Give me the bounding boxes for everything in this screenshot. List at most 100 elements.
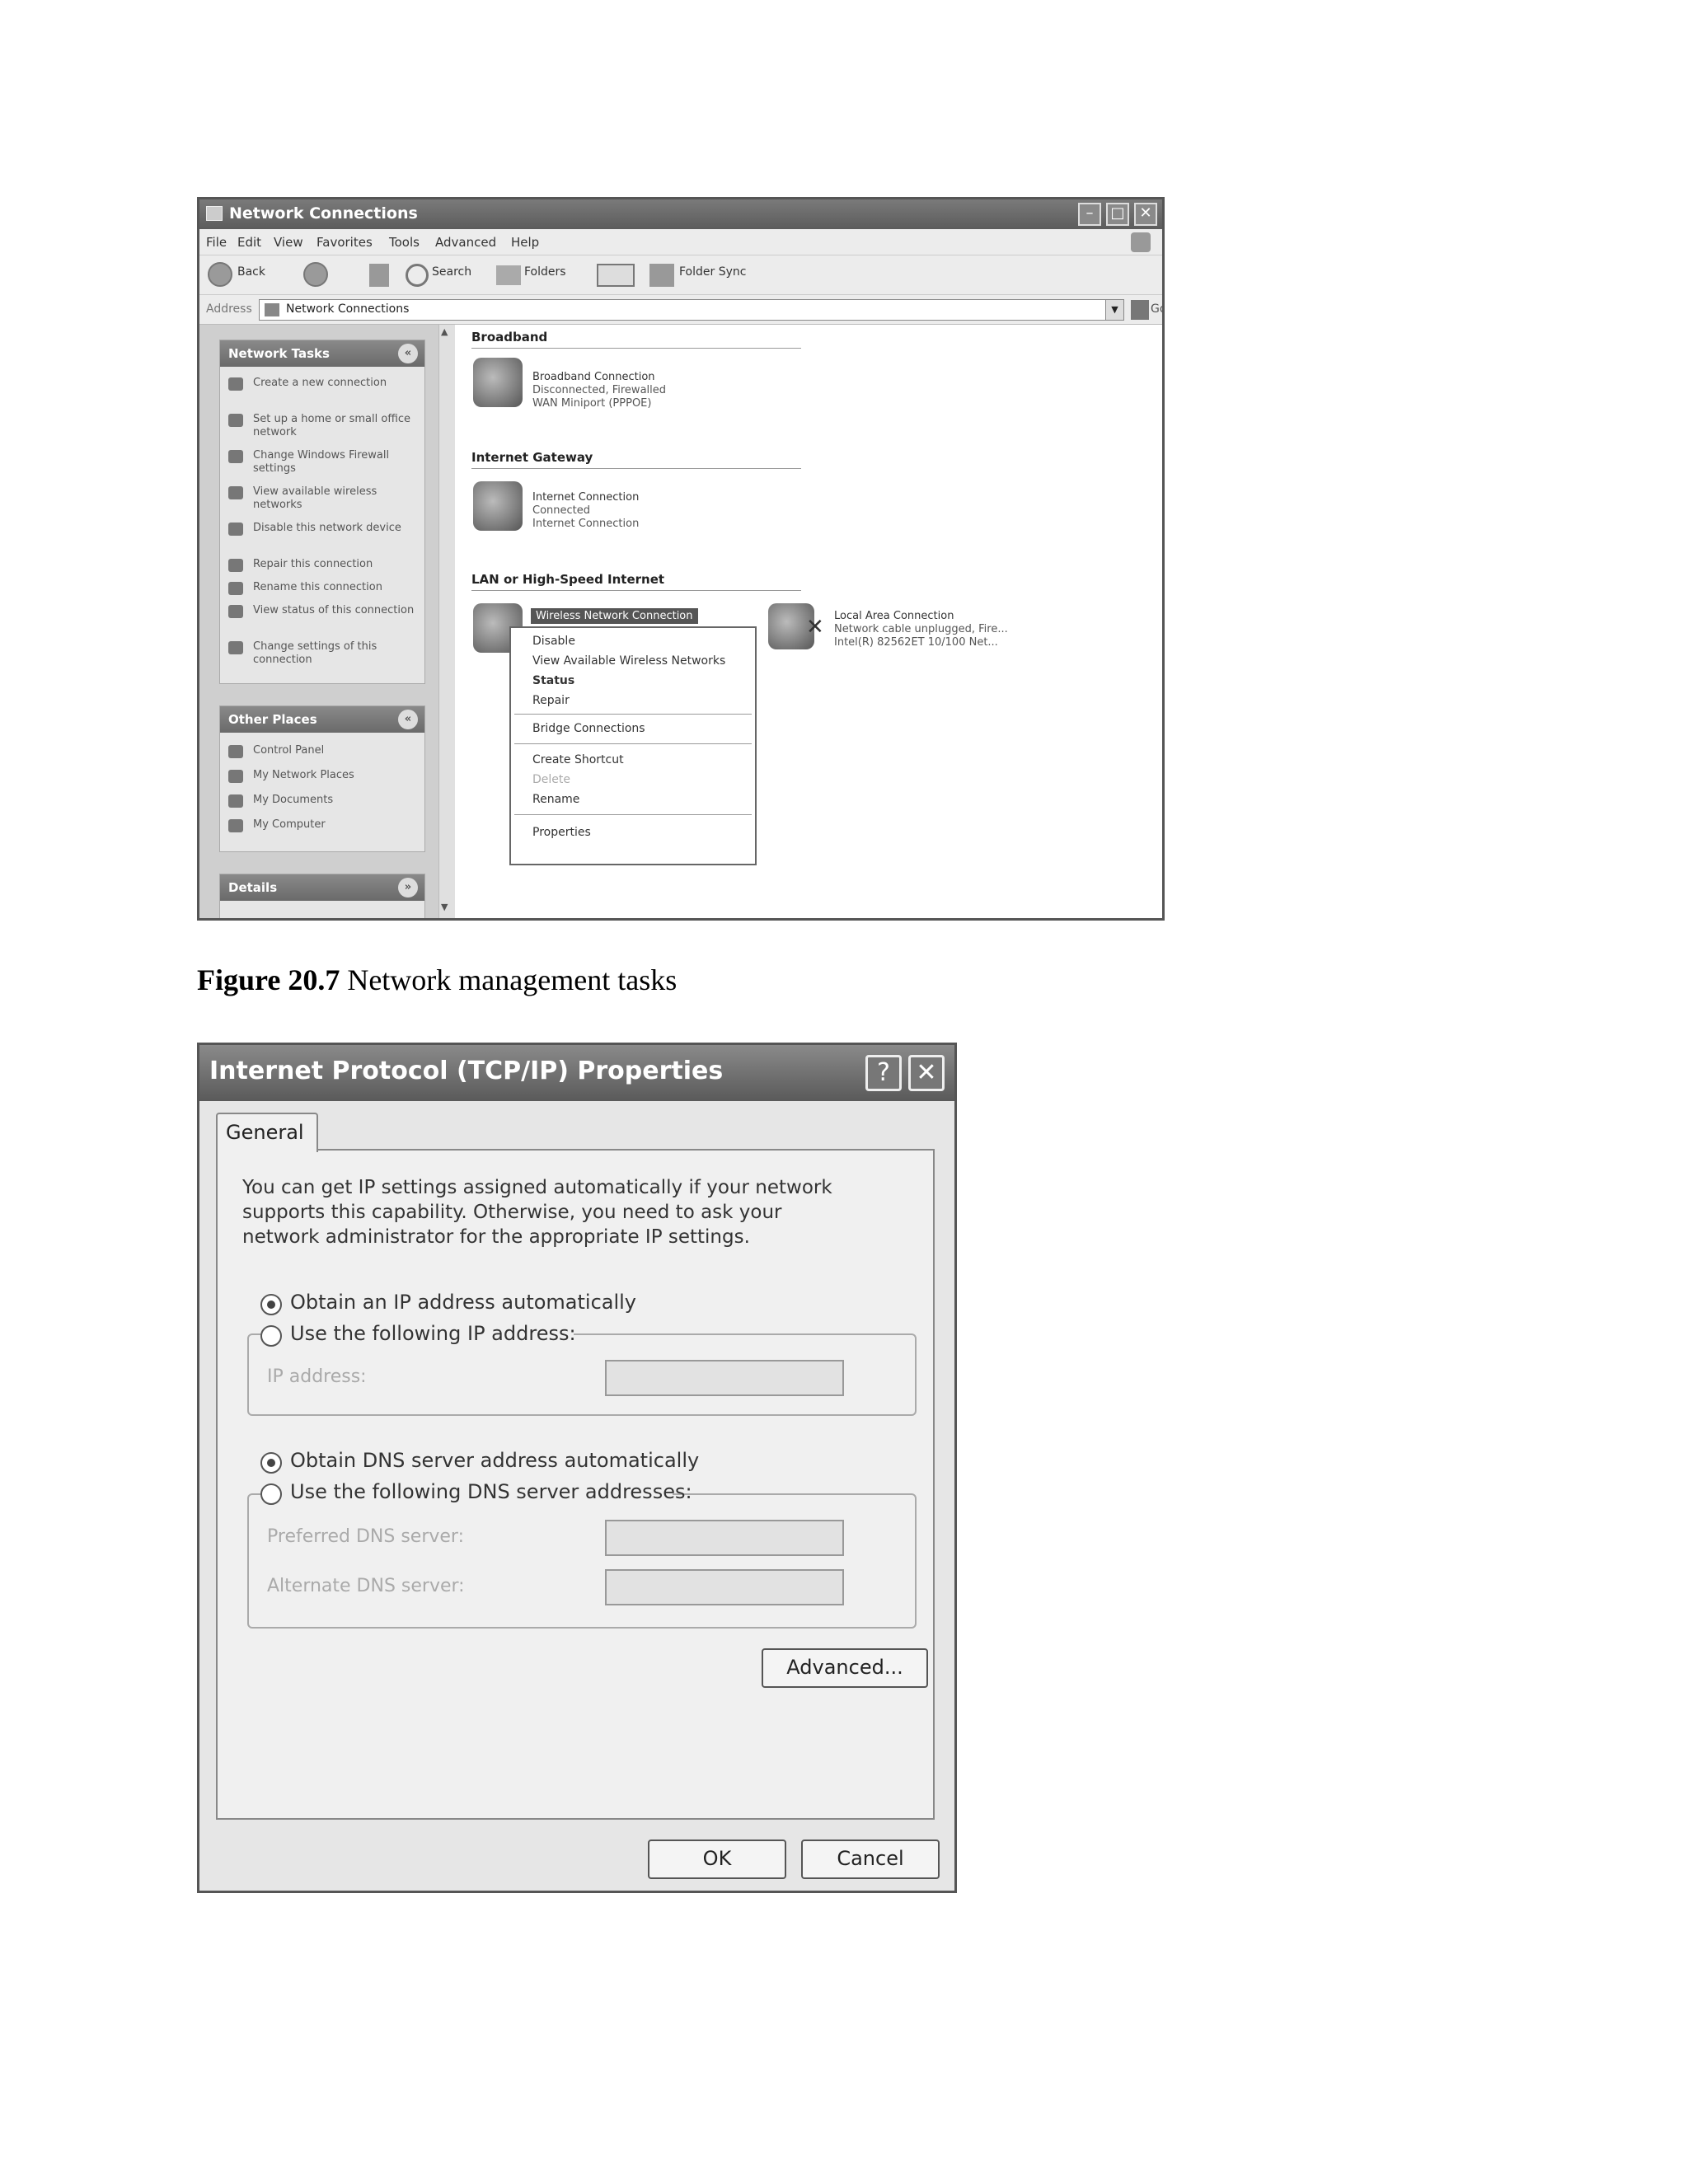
radio-label: Obtain DNS server address automatically [290,1449,700,1472]
menu-advanced[interactable]: Advanced [435,235,496,250]
other-places-title: Other Places [228,712,317,727]
place-item[interactable]: Control Panel [228,744,418,761]
broadband-connection[interactable]: Broadband Connection Disconnected, Firew… [532,371,666,410]
toolbar: Back Search Folders Folder Sync [199,255,1162,295]
ok-button[interactable]: OK [648,1840,786,1879]
menu-view[interactable]: View [274,235,303,250]
folders-icon[interactable] [496,265,521,285]
scroll-up-icon[interactable]: ▲ [441,326,452,340]
menu-item-bridge[interactable]: Bridge Connections [532,722,645,735]
task-item[interactable]: View available wireless networks [228,485,418,515]
dns-manual-radio[interactable]: Use the following DNS server addresses: [260,1480,692,1508]
ip-address-field [605,1360,844,1396]
chevron-down-icon[interactable]: ▼ [1105,300,1123,320]
details-header[interactable]: Details » [220,874,424,901]
connection-device: Internet Connection [532,518,640,530]
connection-device: Intel(R) 82562ET 10/100 Net... [834,636,998,649]
address-input[interactable]: Network Connections ▼ [259,299,1124,321]
ip-manual-radio[interactable]: Use the following IP address: [260,1322,576,1350]
tab-general[interactable]: General [216,1113,318,1152]
menu-item-status[interactable]: Status [532,674,574,687]
menu-tools[interactable]: Tools [389,235,420,250]
local-area-connection[interactable]: Local Area Connection Network cable unpl… [834,610,1008,649]
minimize-button[interactable]: – [1078,203,1101,226]
place-item[interactable]: My Documents [228,794,418,810]
task-item[interactable]: Change Windows Firewall settings [228,449,418,479]
place-item[interactable]: My Network Places [228,769,418,785]
context-menu: Disable View Available Wireless Networks… [509,626,757,865]
radio-unselected-icon [260,1325,282,1347]
network-tasks-title: Network Tasks [228,346,330,361]
repair-icon [228,559,243,572]
menu-item-view-wireless[interactable]: View Available Wireless Networks [532,654,725,668]
maximize-button[interactable]: □ [1106,203,1129,226]
section-divider [471,590,801,591]
menu-item-repair[interactable]: Repair [532,694,570,707]
close-button[interactable]: ✕ [908,1055,945,1091]
search-button[interactable]: Search [432,265,471,279]
forward-arrow-icon[interactable] [303,262,328,287]
network-connections-window: Network Connections – □ ✕ File Edit View… [197,197,1165,921]
network-tasks-header[interactable]: Network Tasks « [220,340,424,367]
menu-item-create-shortcut[interactable]: Create Shortcut [532,753,624,766]
task-item[interactable]: Disable this network device [228,522,418,551]
task-item[interactable]: Rename this connection [228,581,418,598]
menu-item-rename[interactable]: Rename [532,793,579,806]
place-item[interactable]: My Computer [228,818,418,835]
task-item[interactable]: Repair this connection [228,558,418,574]
expand-chevron-icon[interactable]: » [398,878,418,898]
close-button[interactable]: ✕ [1134,203,1157,226]
radio-selected-icon [260,1452,282,1474]
section-lan: LAN or High-Speed Internet [471,572,665,587]
menu-file[interactable]: File [206,235,227,250]
general-tab-panel: You can get IP settings assigned automat… [216,1149,935,1820]
address-value: Network Connections [286,302,410,316]
windows-logo-icon [1131,232,1151,252]
task-item[interactable]: Create a new connection [228,377,418,406]
menu-favorites[interactable]: Favorites [316,235,373,250]
internet-connection-icon[interactable] [473,481,523,531]
connection-name: Broadband Connection [532,371,655,383]
back-arrow-icon[interactable] [208,262,232,287]
scroll-down-icon[interactable]: ▼ [441,902,452,915]
wireless-network-connection[interactable]: Wireless Network Connection [531,608,698,624]
collapse-chevron-icon[interactable]: « [398,344,418,363]
title-bar: Network Connections – □ ✕ [199,199,1162,229]
task-item[interactable]: View status of this connection [228,604,418,634]
vertical-scrollbar[interactable]: ▲ ▼ [438,325,455,918]
window-title: Network Connections [229,204,418,223]
collapse-chevron-icon[interactable]: « [398,710,418,729]
go-arrow-icon[interactable] [1131,300,1149,320]
task-item[interactable]: Set up a home or small office network [228,413,418,443]
folder-sync-icon[interactable] [649,264,674,287]
advanced-button[interactable]: Advanced... [762,1648,928,1688]
go-button[interactable]: Go [1151,302,1162,316]
preferred-dns-field [605,1520,844,1556]
broadband-connection-icon[interactable] [473,358,523,407]
radio-label: Use the following DNS server addresses: [290,1480,692,1503]
other-places-header[interactable]: Other Places « [220,706,424,733]
tab-label: General [226,1121,304,1144]
menu-edit[interactable]: Edit [237,235,261,250]
firewall-icon [228,450,243,463]
menu-separator [514,714,752,715]
task-item[interactable]: Change settings of this connection [228,640,418,670]
menu-help[interactable]: Help [511,235,539,250]
folder-sync-button[interactable]: Folder Sync [679,265,746,279]
folders-button[interactable]: Folders [524,265,566,279]
help-button[interactable]: ? [865,1055,902,1091]
connection-name: Local Area Connection [834,610,954,622]
menu-item-disable[interactable]: Disable [532,635,575,648]
internet-connection[interactable]: Internet Connection Connected Internet C… [532,491,639,531]
views-icon[interactable] [597,264,635,287]
radio-label: Obtain an IP address automatically [290,1291,637,1314]
back-button[interactable]: Back [237,265,265,279]
cancel-button[interactable]: Cancel [801,1840,940,1879]
menu-item-properties[interactable]: Properties [532,826,591,839]
up-folder-icon[interactable] [369,264,389,287]
search-icon[interactable] [406,264,429,287]
disconnected-x-icon: ✕ [806,615,824,640]
address-bar: Address Network Connections ▼ Go [199,295,1162,325]
computer-icon [228,819,243,832]
radio-selected-icon [260,1294,282,1315]
